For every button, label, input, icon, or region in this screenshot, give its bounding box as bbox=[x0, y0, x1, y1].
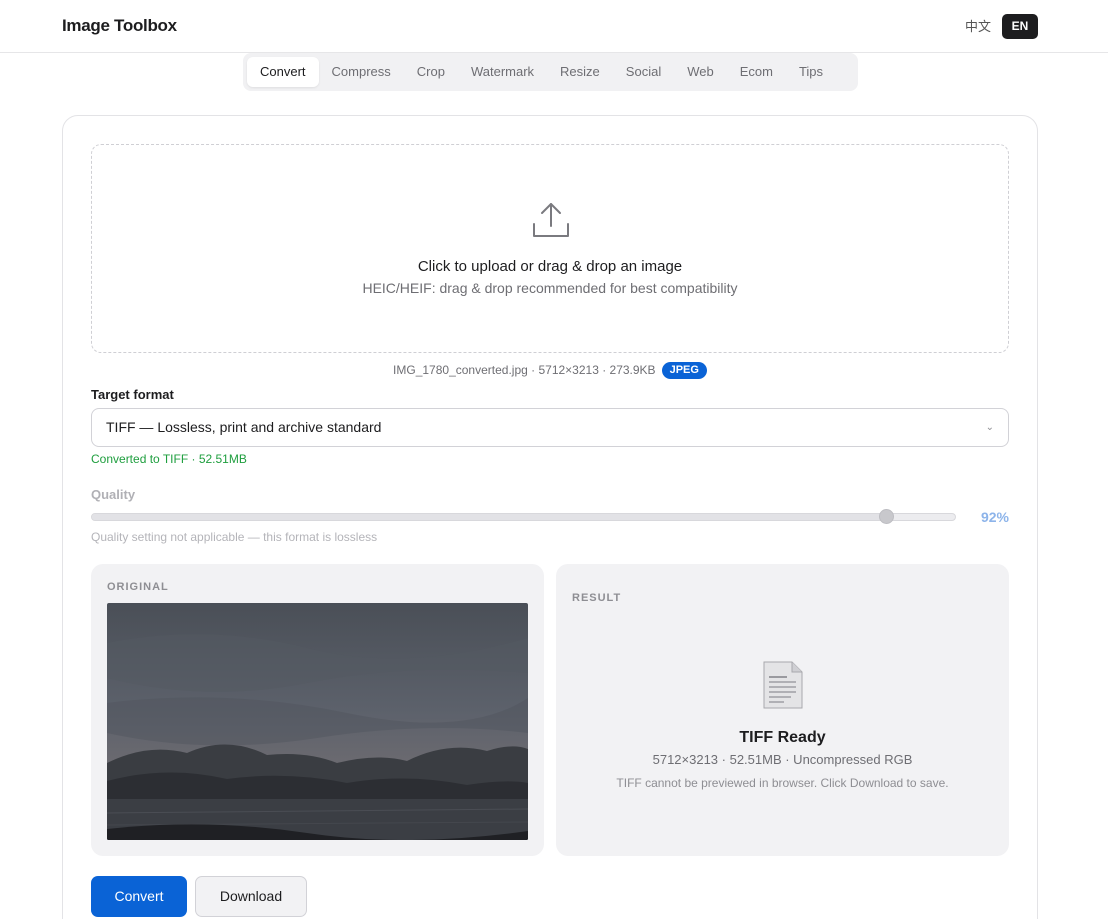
quality-label: Quality bbox=[91, 487, 136, 502]
result-title: RESULT bbox=[572, 592, 622, 604]
conversion-status: Converted to TIFF · 52.51MB bbox=[91, 452, 247, 466]
result-heading: TIFF Ready bbox=[739, 729, 826, 746]
quality-slider-fill bbox=[92, 514, 886, 520]
tab-tips[interactable]: Tips bbox=[786, 57, 836, 87]
file-info-text: IMG_1780_converted.jpg · 5712×3213 · 273… bbox=[393, 363, 656, 377]
download-button[interactable]: Download bbox=[195, 876, 307, 917]
result-note: TIFF cannot be previewed in browser. Cli… bbox=[616, 776, 949, 790]
document-icon bbox=[763, 661, 803, 709]
tool-tabs: Convert Compress Crop Watermark Resize S… bbox=[243, 53, 858, 91]
tab-web[interactable]: Web bbox=[674, 57, 727, 87]
tab-social[interactable]: Social bbox=[613, 57, 674, 87]
quality-slider[interactable] bbox=[91, 509, 956, 524]
original-image bbox=[107, 603, 528, 840]
result-meta: 5712×3213 · 52.51MB · Uncompressed RGB bbox=[652, 752, 913, 767]
file-info: IMG_1780_converted.jpg · 5712×3213 · 273… bbox=[0, 362, 1100, 379]
convert-button[interactable]: Convert bbox=[91, 876, 187, 917]
lang-zh-button[interactable]: 中文 bbox=[962, 18, 994, 35]
upload-dropzone[interactable]: Click to upload or drag & drop an image … bbox=[91, 144, 1009, 353]
target-format-label: Target format bbox=[91, 387, 174, 402]
quality-value: 92% bbox=[980, 509, 1009, 525]
upload-icon bbox=[533, 203, 569, 237]
brand-title: Image Toolbox bbox=[62, 16, 177, 35]
lang-en-button[interactable]: EN bbox=[1002, 14, 1038, 39]
target-format-value: TIFF — Lossless, print and archive stand… bbox=[106, 419, 382, 435]
quality-slider-thumb[interactable] bbox=[878, 509, 894, 524]
target-format-select[interactable]: TIFF — Lossless, print and archive stand… bbox=[91, 408, 1009, 447]
tab-watermark[interactable]: Watermark bbox=[458, 57, 547, 87]
tab-compress[interactable]: Compress bbox=[319, 57, 404, 87]
result-panel: RESULT TIFF Ready 5712×3213 · 52.51MB · … bbox=[556, 564, 1009, 856]
tab-resize[interactable]: Resize bbox=[547, 57, 613, 87]
upload-title: Click to upload or drag & drop an image bbox=[417, 258, 683, 275]
tab-convert[interactable]: Convert bbox=[247, 57, 319, 87]
original-panel: ORIGINAL bbox=[91, 564, 544, 856]
tab-crop[interactable]: Crop bbox=[404, 57, 458, 87]
tab-ecom[interactable]: Ecom bbox=[727, 57, 786, 87]
top-bar: Image Toolbox 中文 EN bbox=[0, 0, 1108, 53]
format-badge: JPEG bbox=[661, 362, 707, 379]
chevron-down-icon: ⌄ bbox=[985, 422, 994, 433]
quality-note: Quality setting not applicable — this fo… bbox=[91, 530, 378, 544]
upload-subtitle: HEIC/HEIF: drag & drop recommended for b… bbox=[362, 280, 738, 296]
original-title: ORIGINAL bbox=[107, 581, 169, 593]
